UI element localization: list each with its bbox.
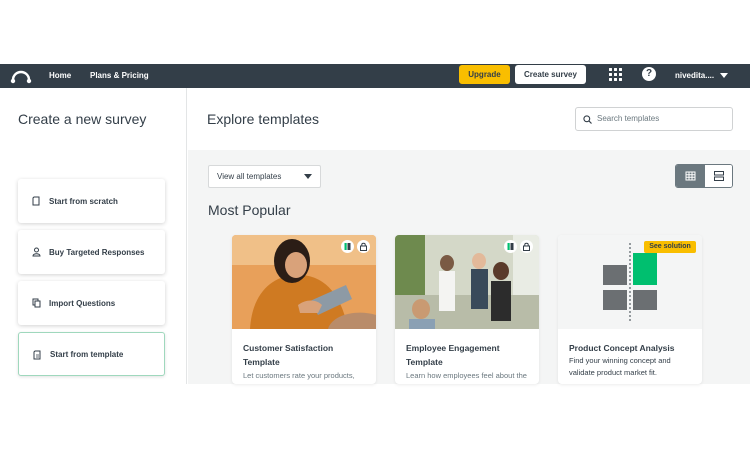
grid-view-button[interactable]: [676, 165, 705, 187]
nav-plans-pricing[interactable]: Plans & Pricing: [90, 64, 149, 88]
option-import-questions[interactable]: Import Questions: [18, 281, 165, 325]
template-card-employee-engagement[interactable]: Employee Engagement Template Learn how e…: [395, 235, 539, 384]
chevron-down-icon: [304, 174, 312, 179]
filter-value: View all templates: [217, 172, 282, 181]
panel-title: Create a new survey: [18, 111, 147, 127]
grid-icon: [685, 171, 696, 181]
page-icon: [32, 196, 40, 206]
card-title: Employee Engagement Template: [406, 343, 500, 367]
teams-badge-icon: [504, 240, 517, 253]
brand-logo-icon[interactable]: [10, 67, 32, 85]
upgrade-button[interactable]: Upgrade: [459, 65, 510, 84]
app-screen: Home Plans & Pricing Upgrade Create surv…: [0, 0, 750, 450]
template-filter-dropdown[interactable]: View all templates: [208, 165, 321, 188]
section-title: Most Popular: [208, 202, 291, 218]
option-start-from-scratch[interactable]: Start from scratch: [18, 179, 165, 223]
search-input[interactable]: Search templates: [575, 107, 733, 131]
template-thumbnail: [232, 235, 376, 329]
nav-home[interactable]: Home: [49, 64, 71, 88]
copy-icon: [32, 298, 41, 308]
option-buy-targeted-responses[interactable]: Buy Targeted Responses: [18, 230, 165, 274]
option-label: Buy Targeted Responses: [49, 247, 145, 257]
template-thumbnail: [395, 235, 539, 329]
template-icon: [33, 350, 41, 360]
teams-badge-icon: [341, 240, 354, 253]
card-description: Learn how employees feel about the work …: [406, 371, 527, 384]
template-card-product-concept[interactable]: See solution Product Concept Analysis Fi…: [558, 235, 702, 384]
list-view-button[interactable]: [705, 165, 732, 187]
card-description: Let customers rate your products, servic…: [243, 371, 355, 384]
view-toggle: [675, 164, 733, 188]
help-icon[interactable]: ?: [642, 67, 656, 81]
card-description: Find your winning concept and validate p…: [569, 356, 671, 377]
create-survey-button[interactable]: Create survey: [515, 65, 586, 84]
template-card-customer-satisfaction[interactable]: Customer Satisfaction Template Let custo…: [232, 235, 376, 384]
card-title: Product Concept Analysis: [569, 343, 675, 353]
list-icon: [714, 171, 724, 181]
card-title: Customer Satisfaction Template: [243, 343, 334, 367]
lock-icon: [357, 240, 370, 253]
option-label: Import Questions: [49, 298, 116, 308]
search-icon: [583, 115, 592, 124]
option-start-from-template[interactable]: Start from template: [18, 332, 165, 376]
see-solution-badge[interactable]: See solution: [644, 241, 696, 253]
page-title: Explore templates: [207, 111, 320, 127]
chevron-down-icon[interactable]: [720, 73, 728, 78]
option-label: Start from template: [50, 349, 124, 359]
search-placeholder: Search templates: [597, 114, 660, 123]
person-icon: [32, 247, 41, 257]
user-menu[interactable]: nivedita....: [675, 64, 714, 88]
option-label: Start from scratch: [49, 196, 118, 206]
lock-icon: [520, 240, 533, 253]
apps-grid-icon[interactable]: [608, 67, 623, 82]
